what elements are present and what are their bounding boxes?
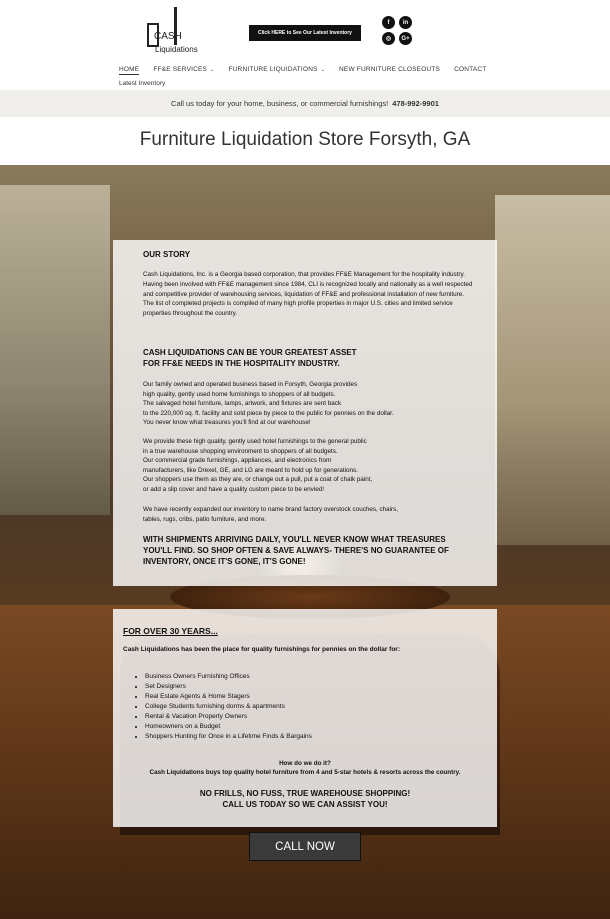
chevron-down-icon: ⌄ xyxy=(210,67,215,73)
pinterest-icon[interactable]: ◎ xyxy=(382,32,395,45)
linkedin-icon[interactable]: in xyxy=(399,16,412,29)
phone-number[interactable]: 478-992-9901 xyxy=(392,99,439,108)
logo-text: Liquidations xyxy=(155,45,198,54)
nav-furniture-liquidations-label: FURNITURE LIQUIDATIONS xyxy=(228,66,318,73)
window-left xyxy=(0,185,110,515)
window-right xyxy=(495,195,610,545)
list-item: Set Designers xyxy=(145,682,312,692)
list-item: College Students furnishing dorms & apar… xyxy=(145,702,312,712)
how-answer: Cash Liquidations buys top quality hotel… xyxy=(149,769,461,776)
google-plus-icon[interactable]: G+ xyxy=(399,32,412,45)
latest-inventory-button[interactable]: Click HERE to See Our Latest Inventory xyxy=(249,25,361,41)
nav-new-furniture-closeouts[interactable]: NEW FURNITURE CLOSEOUTS xyxy=(339,66,440,75)
over-30-years-heading: FOR OVER 30 YEARS... xyxy=(123,626,218,636)
no-frills-heading: NO FRILLS, NO FUSS, TRUE WAREHOUSE SHOPP… xyxy=(199,789,411,809)
nav-ffe-services[interactable]: FF&E SERVICES ⌄ xyxy=(153,66,214,75)
our-story-paragraph: Cash Liquidations, Inc. is a Georgia bas… xyxy=(143,271,473,318)
nav-home[interactable]: HOME xyxy=(119,66,140,75)
list-item: Homeowners on a Budget xyxy=(145,722,312,732)
nav-furniture-liquidations[interactable]: FURNITURE LIQUIDATIONS ⌄ xyxy=(228,66,325,75)
call-now-button[interactable]: CALL NOW xyxy=(249,832,361,861)
list-item: Business Owners Furnishing Offices xyxy=(145,672,312,682)
main-nav: HOME FF&E SERVICES ⌄ FURNITURE LIQUIDATIO… xyxy=(119,66,500,75)
shipments-heading: WITH SHIPMENTS ARRIVING DAILY, YOU'LL NE… xyxy=(143,535,449,566)
our-story-panel: OUR STORY Cash Liquidations, Inc. is a G… xyxy=(113,240,497,586)
phone-bar: Call us today for your home, business, o… xyxy=(0,90,610,117)
logo-word: CASH xyxy=(154,31,182,42)
phone-bar-text: Call us today for your home, business, o… xyxy=(171,99,389,108)
nav-ffe-services-label: FF&E SERVICES xyxy=(153,66,208,73)
page-title: Furniture Liquidation Store Forsyth, GA xyxy=(139,129,471,150)
list-item: Real Estate Agents & Home Stagers xyxy=(145,692,312,702)
nav-latest-inventory[interactable]: Latest Inventory xyxy=(119,80,165,87)
family-owned-paragraph: Our family owned and operated business b… xyxy=(143,381,394,426)
our-story-heading: OUR STORY xyxy=(143,250,191,259)
over-30-intro: Cash Liquidations has been the place for… xyxy=(123,646,400,653)
nav-home-label: HOME xyxy=(119,66,140,73)
chevron-down-icon: ⌄ xyxy=(320,67,326,73)
list-item: Rental & Vacation Property Owners xyxy=(145,712,312,722)
over-30-years-panel: FOR OVER 30 YEARS... Cash Liquidations h… xyxy=(113,609,497,827)
expanded-inventory-paragraph: We have recently expanded our inventory … xyxy=(143,506,399,523)
customer-list: Business Owners Furnishing Offices Set D… xyxy=(145,672,312,742)
greatest-asset-heading: CASH LIQUIDATIONS CAN BE YOUR GREATEST A… xyxy=(143,348,357,368)
nav-contact[interactable]: CONTACT xyxy=(454,66,486,75)
list-item: Shoppers Hunting for Once in a Lifetime … xyxy=(145,732,312,742)
facebook-icon[interactable]: f xyxy=(382,16,395,29)
general-public-paragraph: We provide these high quality, gently us… xyxy=(143,438,373,493)
